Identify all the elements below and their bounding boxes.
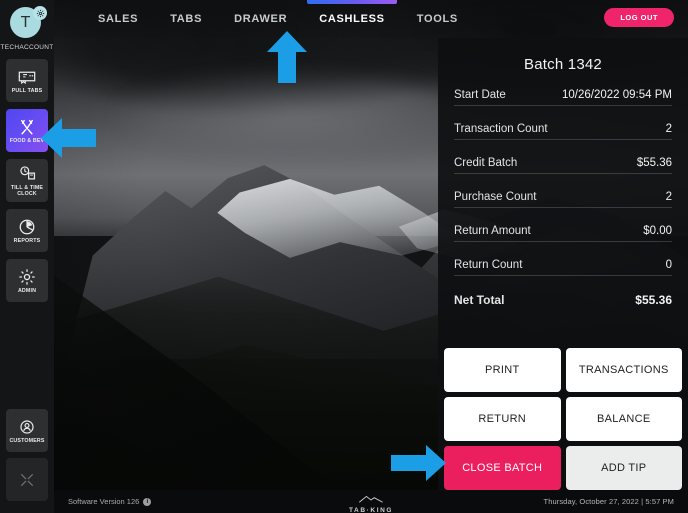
mountain-icon	[359, 495, 383, 503]
row-value: 10/26/2022 09:54 PM	[562, 89, 672, 101]
brand-name: TAB·KING	[348, 506, 394, 513]
software-version: Software Version 126 i	[68, 497, 152, 506]
sidebar-item-till-time-clock[interactable]: TILL & TIME CLOCK	[6, 159, 48, 202]
sidebar-item-reports[interactable]: REPORTS	[6, 209, 48, 252]
top-navigation-bar: SALES TABS DRAWER CASHLESS TOOLS LOG OUT	[54, 0, 688, 38]
datetime-display: Thursday, October 27, 2022 | 5:57 PM	[543, 497, 674, 506]
arrow-left-food-bev	[40, 117, 97, 159]
table-row: Transaction Count 2	[454, 123, 672, 140]
sidebar-bottom-nav: CUSTOMERS	[6, 409, 48, 507]
till-clock-icon	[18, 164, 37, 183]
close-batch-button[interactable]: CLOSE BATCH	[444, 446, 561, 490]
sidebar-item-pull-tabs[interactable]: PULL TABS	[6, 59, 48, 102]
avatar[interactable]: T	[10, 6, 47, 41]
row-label: Start Date	[454, 89, 506, 101]
gear-icon	[18, 267, 36, 286]
logout-button[interactable]: LOG OUT	[604, 8, 674, 27]
tab-list: SALES TABS DRAWER CASHLESS TOOLS	[54, 0, 688, 38]
row-value: $55.36	[635, 293, 672, 307]
sidebar-item-label: PULL TABS	[11, 88, 43, 94]
left-sidebar: T TECHACCOUNT PULL TABS FOOD & BEV TILL …	[0, 0, 54, 513]
ticket-icon	[17, 67, 37, 86]
row-label: Return Amount	[454, 225, 531, 237]
row-label: Purchase Count	[454, 191, 537, 203]
row-value: 2	[665, 123, 672, 135]
table-row: Credit Batch $55.36	[454, 157, 672, 174]
net-total-row: Net Total $55.36	[454, 293, 672, 311]
sidebar-nav: PULL TABS FOOD & BEV TILL & TIME CLOCK R…	[0, 59, 54, 302]
batch-field-list: Start Date 10/26/2022 09:54 PM Transacti…	[438, 89, 688, 311]
print-button[interactable]: PRINT	[444, 348, 561, 392]
return-button[interactable]: RETURN	[444, 397, 561, 441]
table-row: Start Date 10/26/2022 09:54 PM	[454, 89, 672, 106]
table-row: Purchase Count 2	[454, 191, 672, 208]
pie-chart-icon	[18, 217, 36, 236]
tab-tools[interactable]: TOOLS	[401, 0, 474, 38]
tab-sales[interactable]: SALES	[82, 0, 154, 38]
sidebar-item-label: TILL & TIME CLOCK	[10, 185, 44, 197]
page-title: Batch 1342	[524, 56, 602, 73]
row-label: Transaction Count	[454, 123, 548, 135]
sidebar-item-label: ADMIN	[17, 288, 37, 294]
account-block[interactable]: T TECHACCOUNT	[0, 0, 54, 51]
table-row: Return Count 0	[454, 259, 672, 276]
row-value: $0.00	[643, 225, 672, 237]
fork-knife-icon	[18, 117, 36, 136]
gear-icon[interactable]	[33, 6, 47, 20]
arrow-right-close-batch	[390, 444, 447, 482]
sidebar-item-admin[interactable]: ADMIN	[6, 259, 48, 302]
sidebar-item-label: REPORTS	[13, 238, 41, 244]
info-icon[interactable]: i	[143, 497, 152, 506]
sidebar-item-customers[interactable]: CUSTOMERS	[6, 409, 48, 452]
sidebar-item-label: CUSTOMERS	[9, 438, 45, 444]
status-bar: Software Version 126 i TAB·KING Thursday…	[54, 490, 688, 513]
row-value: 0	[665, 259, 672, 271]
balance-button[interactable]: BALANCE	[565, 397, 682, 441]
add-tip-button[interactable]: ADD TIP	[565, 446, 682, 490]
row-label: Return Count	[454, 259, 523, 271]
tab-cashless[interactable]: CASHLESS	[303, 0, 401, 38]
collapse-arrows-icon	[19, 470, 35, 489]
row-label: Credit Batch	[454, 157, 518, 169]
transactions-button[interactable]: TRANSACTIONS	[565, 348, 682, 392]
account-label: TECHACCOUNT	[0, 44, 54, 51]
row-label: Net Total	[454, 293, 505, 307]
pos-app-window: T TECHACCOUNT PULL TABS FOOD & BEV TILL …	[0, 0, 688, 513]
arrow-up-cashless	[266, 30, 308, 84]
row-value: $55.36	[636, 157, 672, 169]
user-refresh-icon	[18, 417, 36, 436]
software-version-label: Software Version 126	[68, 497, 140, 506]
brand-logo: TAB·KING	[349, 490, 393, 513]
row-value: 2	[665, 191, 672, 203]
table-row: Return Amount $0.00	[454, 225, 672, 242]
batch-action-buttons: PRINT TRANSACTIONS RETURN BALANCE CLOSE …	[438, 348, 688, 490]
sidebar-item-collapse[interactable]	[6, 458, 48, 501]
tab-tabs[interactable]: TABS	[154, 0, 218, 38]
